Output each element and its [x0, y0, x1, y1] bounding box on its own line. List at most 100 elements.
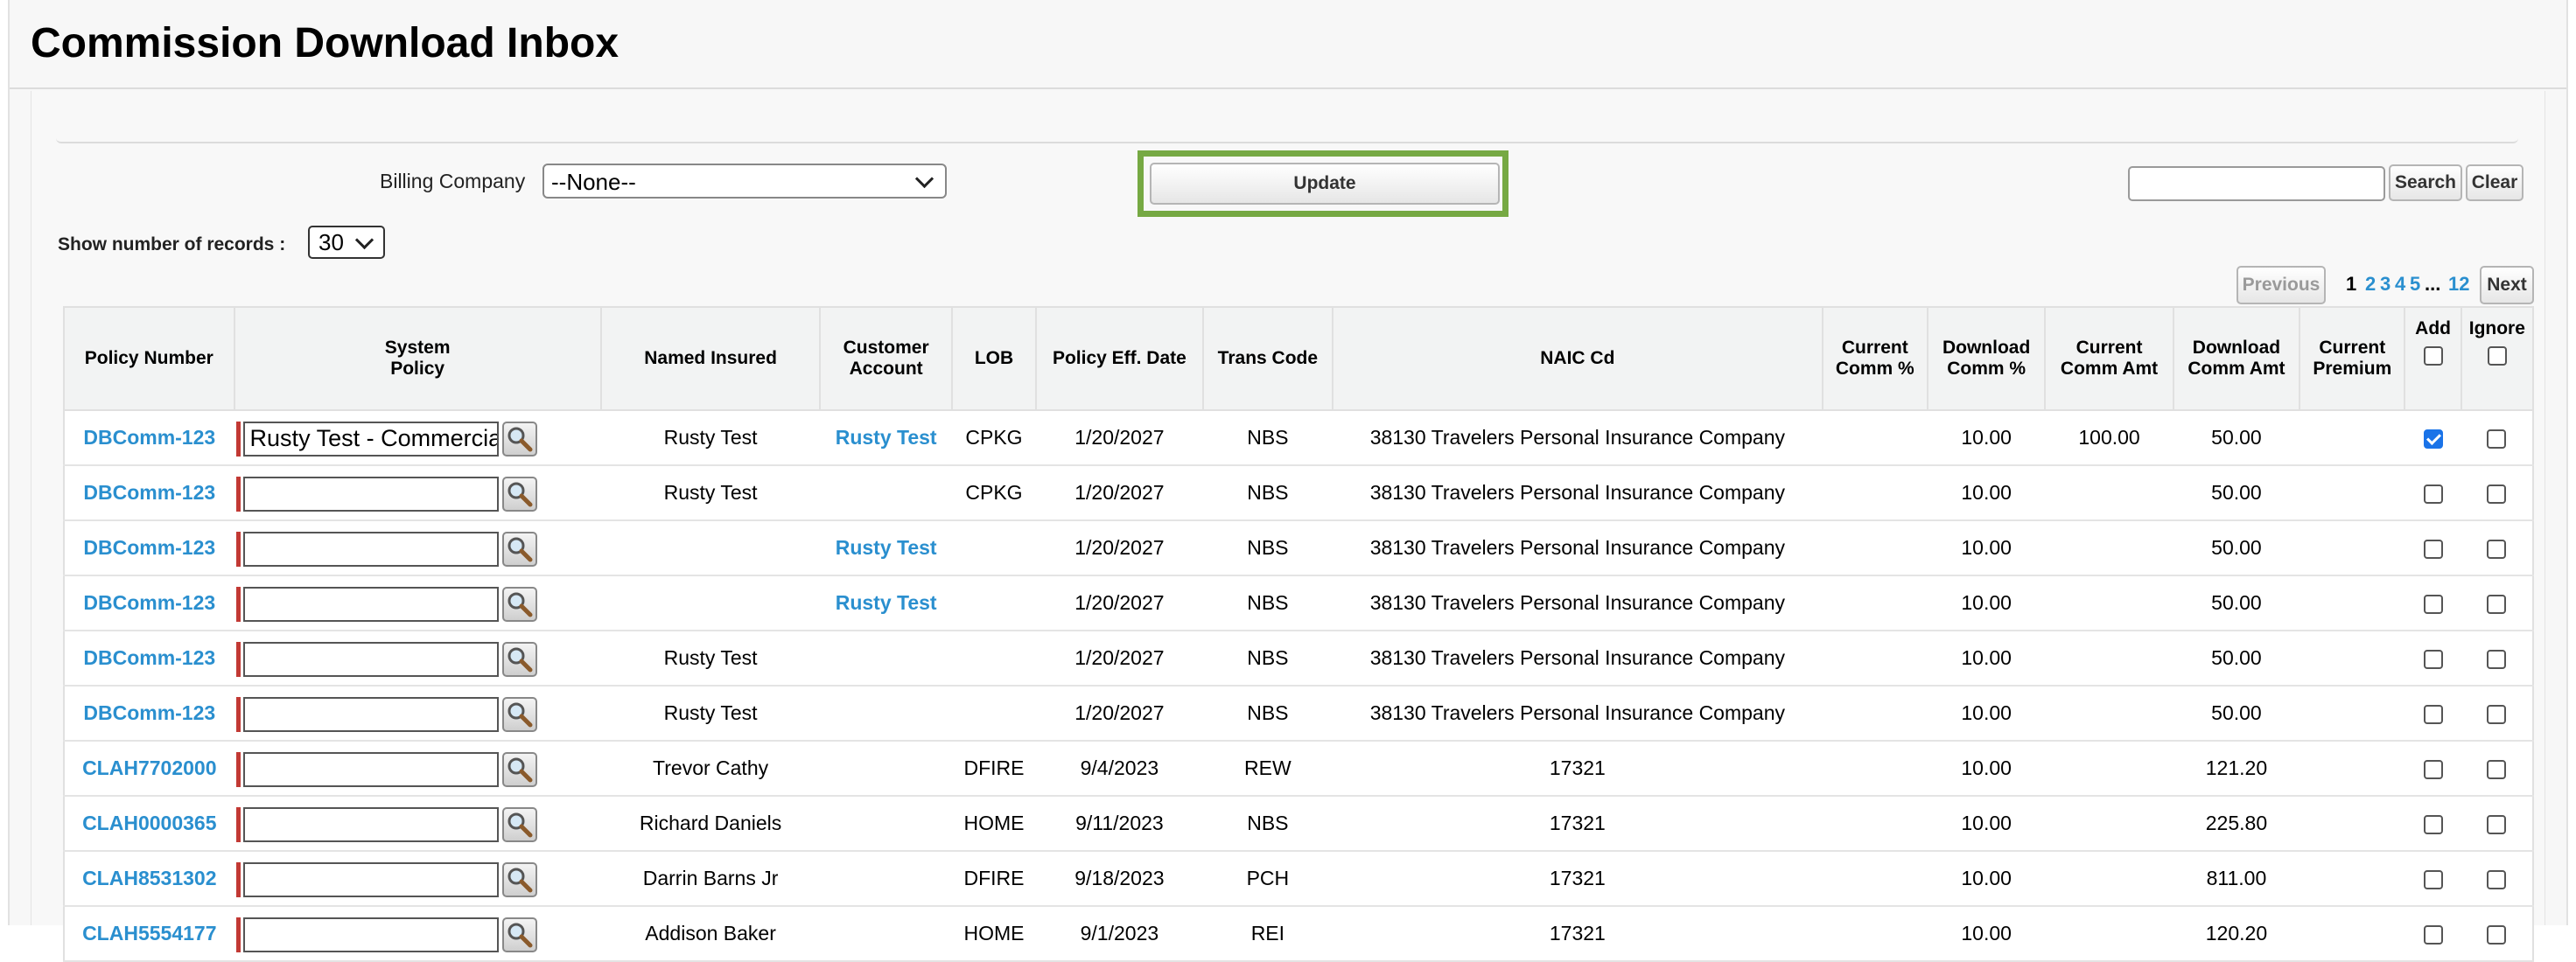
policy-number-link[interactable]: CLAH7702000 — [64, 741, 234, 797]
lookup-icon[interactable] — [501, 642, 537, 677]
lookup-icon[interactable] — [501, 422, 537, 457]
add-checkbox[interactable] — [2423, 759, 2443, 779]
policy-number-link[interactable]: DBComm-123 — [64, 686, 234, 742]
ignore-checkbox[interactable] — [2487, 429, 2507, 449]
policy-number-link-text[interactable]: DBComm-123 — [83, 481, 215, 504]
customer-account[interactable] — [820, 465, 952, 521]
select-all-ignore-checkbox[interactable] — [2487, 346, 2507, 366]
customer-account[interactable]: Rusty Test — [820, 410, 952, 466]
page-link-3[interactable]: 3 — [2380, 273, 2390, 296]
ignore-checkbox[interactable] — [2487, 704, 2507, 724]
customer-account[interactable] — [820, 741, 952, 797]
lookup-icon[interactable] — [501, 807, 537, 842]
update-button[interactable]: Update — [1150, 163, 1500, 205]
lookup-icon[interactable] — [501, 862, 537, 897]
policy-number-link-text[interactable]: CLAH8531302 — [82, 867, 216, 889]
lookup-icon[interactable] — [501, 752, 537, 787]
header-naic-cd[interactable]: NAIC Cd — [1332, 306, 1824, 411]
page-link-last[interactable]: 12 — [2448, 273, 2469, 296]
policy-number-link-text[interactable]: DBComm-123 — [83, 646, 215, 669]
policy-number-link[interactable]: CLAH0000365 — [64, 796, 234, 852]
add-checkbox[interactable] — [2423, 484, 2443, 504]
policy-number-link-text[interactable]: CLAH0000365 — [82, 812, 216, 834]
previous-page-button[interactable]: Previous — [2236, 266, 2326, 304]
next-page-button[interactable]: Next — [2480, 266, 2534, 304]
add-checkbox[interactable] — [2423, 429, 2443, 449]
header-current-comm-amt[interactable]: Current Comm Amt — [2044, 306, 2174, 411]
ignore-checkbox[interactable] — [2487, 539, 2507, 559]
customer-account[interactable] — [820, 796, 952, 852]
system-policy-input[interactable] — [242, 807, 499, 842]
policy-number-link-text[interactable]: DBComm-123 — [83, 701, 215, 724]
add-checkbox[interactable] — [2423, 814, 2443, 834]
policy-number-link[interactable]: DBComm-123 — [64, 520, 234, 576]
ignore-checkbox[interactable] — [2487, 484, 2507, 504]
system-policy-input[interactable]: Rusty Test - Commercia — [242, 422, 499, 457]
add-checkbox[interactable] — [2423, 649, 2443, 669]
system-policy-input[interactable] — [242, 862, 499, 897]
system-policy-input[interactable] — [242, 697, 499, 732]
customer-account-link[interactable]: Rusty Test — [836, 536, 937, 559]
add-checkbox[interactable] — [2423, 869, 2443, 889]
header-named-insured[interactable]: Named Insured — [599, 306, 822, 411]
add-checkbox[interactable] — [2423, 539, 2443, 559]
policy-number-link[interactable]: DBComm-123 — [64, 465, 234, 521]
policy-number-link-text[interactable]: DBComm-123 — [83, 591, 215, 614]
header-customer-account[interactable]: Customer Account — [819, 306, 953, 411]
system-policy-input[interactable] — [242, 532, 499, 567]
ignore-checkbox[interactable] — [2487, 869, 2507, 889]
header-policy-number[interactable]: Policy Number — [63, 306, 235, 411]
search-input[interactable] — [2128, 166, 2385, 201]
header-trans-code[interactable]: Trans Code — [1201, 306, 1334, 411]
policy-number-link-text[interactable]: DBComm-123 — [83, 426, 215, 449]
header-policy-eff-date[interactable]: Policy Eff. Date — [1035, 306, 1204, 411]
customer-account-link[interactable]: Rusty Test — [836, 426, 937, 449]
lookup-icon[interactable] — [501, 587, 537, 622]
system-policy-input[interactable] — [242, 477, 499, 512]
policy-number-link-text[interactable]: CLAH7702000 — [82, 756, 216, 779]
header-system-policy[interactable]: System Policy — [233, 306, 602, 411]
header-download-comm-pct[interactable]: Download Comm % — [1926, 306, 2047, 411]
lookup-icon[interactable] — [501, 917, 537, 952]
customer-account-link[interactable]: Rusty Test — [836, 591, 937, 614]
customer-account[interactable] — [820, 906, 952, 962]
page-link-5[interactable]: 5 — [2410, 273, 2420, 296]
customer-account[interactable] — [820, 851, 952, 907]
system-policy-input[interactable] — [242, 752, 499, 787]
lookup-icon[interactable] — [501, 532, 537, 567]
add-checkbox[interactable] — [2423, 594, 2443, 614]
customer-account[interactable]: Rusty Test — [820, 575, 952, 631]
add-checkbox[interactable] — [2423, 924, 2443, 945]
policy-number-link[interactable]: DBComm-123 — [64, 410, 234, 466]
clear-button[interactable]: Clear — [2466, 164, 2524, 201]
header-current-comm-pct[interactable]: Current Comm % — [1821, 306, 1928, 411]
ignore-checkbox[interactable] — [2487, 594, 2507, 614]
system-policy-input[interactable] — [242, 642, 499, 677]
header-download-comm-amt[interactable]: Download Comm Amt — [2172, 306, 2301, 411]
page-link-4[interactable]: 4 — [2395, 273, 2405, 296]
system-policy-input[interactable] — [242, 917, 499, 952]
customer-account[interactable] — [820, 631, 952, 687]
page-link-2[interactable]: 2 — [2365, 273, 2376, 296]
records-per-page-select[interactable]: 30 — [308, 226, 385, 259]
policy-number-link-text[interactable]: DBComm-123 — [83, 536, 215, 559]
billing-company-select[interactable]: --None-- — [542, 164, 947, 199]
header-current-premium[interactable]: Current Premium — [2299, 306, 2406, 411]
lookup-icon[interactable] — [501, 477, 537, 512]
add-checkbox[interactable] — [2423, 704, 2443, 724]
ignore-checkbox[interactable] — [2487, 924, 2507, 945]
customer-account[interactable] — [820, 686, 952, 742]
policy-number-link[interactable]: CLAH8531302 — [64, 851, 234, 907]
policy-number-link[interactable]: CLAH5554177 — [64, 906, 234, 962]
ignore-checkbox[interactable] — [2487, 649, 2507, 669]
customer-account[interactable]: Rusty Test — [820, 520, 952, 576]
ignore-checkbox[interactable] — [2487, 759, 2507, 779]
lookup-icon[interactable] — [501, 697, 537, 732]
system-policy-input[interactable] — [242, 587, 499, 622]
search-button[interactable]: Search — [2389, 164, 2462, 201]
header-lob[interactable]: LOB — [950, 306, 1038, 411]
policy-number-link[interactable]: DBComm-123 — [64, 575, 234, 631]
select-all-add-checkbox[interactable] — [2423, 346, 2443, 366]
policy-number-link[interactable]: DBComm-123 — [64, 631, 234, 687]
ignore-checkbox[interactable] — [2487, 814, 2507, 834]
